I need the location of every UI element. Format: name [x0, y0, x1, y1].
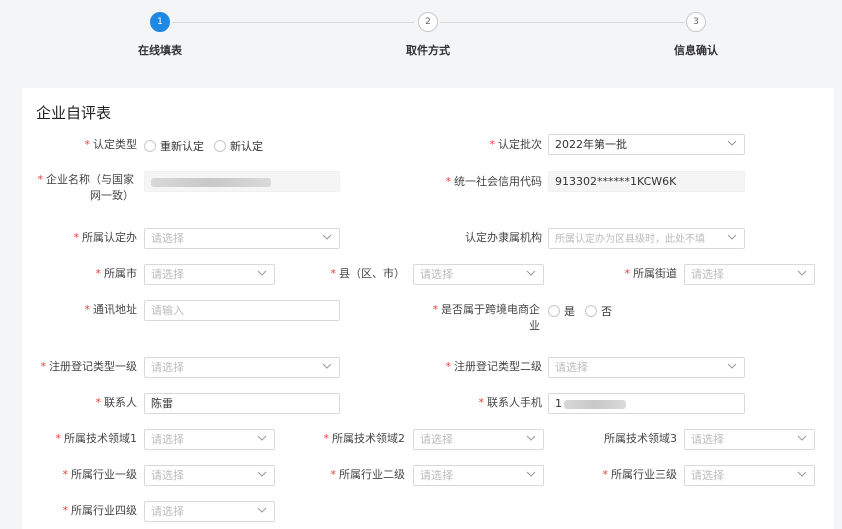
chevron-down-icon — [797, 435, 807, 441]
ind1-label: * 所属行业一级 — [62, 468, 138, 481]
contact-phone-input[interactable]: 1 — [548, 393, 745, 414]
cross-border-radio-group: 是 否 — [548, 303, 612, 319]
ind3-label: * 所属行业三级 — [602, 468, 678, 481]
cert-office-label: * 所属认定办 — [73, 231, 138, 244]
chevron-down-icon — [526, 435, 536, 441]
cross-border-option-yes[interactable]: 是 — [548, 303, 575, 319]
office-org-select[interactable]: 所属认定办为区县级时，此处不填 — [548, 228, 745, 249]
ind2-select[interactable]: 请选择 — [413, 465, 544, 486]
tech2-select[interactable]: 请选择 — [413, 429, 544, 450]
chevron-down-icon — [526, 270, 536, 276]
county-label: * 县（区、市） — [330, 267, 406, 280]
tech1-select[interactable]: 请选择 — [144, 429, 275, 450]
street-select[interactable]: 请选择 — [684, 264, 815, 285]
tech3-select[interactable]: 请选择 — [684, 429, 815, 450]
contact-phone-label: * 联系人手机 — [478, 396, 543, 409]
address-input[interactable]: 请输入 — [144, 300, 340, 321]
radio-circle-icon — [585, 305, 597, 317]
chevron-down-icon — [257, 471, 267, 477]
chevron-down-icon — [727, 363, 737, 369]
city-select[interactable]: 请选择 — [144, 264, 275, 285]
redacted-text — [151, 177, 271, 187]
cert-batch-label: * 认定批次 — [489, 138, 543, 151]
cert-office-select[interactable]: 请选择 — [144, 228, 340, 249]
ind2-label: * 所属行业二级 — [330, 468, 406, 481]
ind4-label: * 所属行业四级 — [62, 504, 138, 517]
ind3-select[interactable]: 请选择 — [684, 465, 815, 486]
chevron-down-icon — [257, 435, 267, 441]
step-1-circle: 1 — [150, 12, 170, 32]
radio-circle-icon — [144, 140, 156, 152]
step-connector — [172, 22, 414, 23]
chevron-down-icon — [797, 471, 807, 477]
chevron-down-icon — [257, 270, 267, 276]
chevron-down-icon — [526, 471, 536, 477]
radio-circle-icon — [548, 305, 560, 317]
step-2-label: 取件方式 — [406, 44, 450, 57]
tech1-label: * 所属技术领域1 — [55, 432, 138, 445]
reg-type1-select[interactable]: 请选择 — [144, 357, 340, 378]
reg-type1-label: * 注册登记类型一级 — [40, 360, 138, 373]
contact-label: * 联系人 — [95, 396, 138, 409]
street-label: * 所属街道 — [624, 267, 678, 280]
step-connector — [440, 22, 684, 23]
radio-circle-icon — [214, 140, 226, 152]
cert-type-radio-group: 重新认定 新认定 — [144, 138, 263, 154]
cert-batch-select[interactable]: 2022年第一批 — [548, 134, 745, 155]
contact-input[interactable]: 陈雷 — [144, 393, 340, 414]
cert-type-option-renew[interactable]: 重新认定 — [144, 138, 204, 154]
step-progress: 1 在线填表 2 取件方式 3 信息确认 — [0, 0, 842, 80]
company-name-field[interactable] — [144, 171, 340, 192]
tech3-label: 所属技术领域3 — [604, 432, 677, 445]
step-2-circle: 2 — [418, 12, 438, 32]
cross-border-option-no[interactable]: 否 — [585, 303, 612, 319]
chevron-down-icon — [797, 270, 807, 276]
chevron-down-icon — [727, 234, 737, 240]
company-name-label: * 企业名称（与国家网一致） — [37, 173, 135, 202]
chevron-down-icon — [322, 234, 332, 240]
cross-border-label: * 是否属于跨境电商企业 — [432, 303, 541, 332]
tech2-label: * 所属技术领域2 — [323, 432, 406, 445]
step-3-circle: 3 — [686, 12, 706, 32]
reg-type2-label: * 注册登记类型二级 — [445, 360, 543, 373]
credit-code-label: * 统一社会信用代码 — [445, 175, 543, 188]
step-1-label: 在线填表 — [138, 44, 182, 57]
chevron-down-icon — [257, 507, 267, 513]
cert-type-label: * 认定类型 — [84, 138, 138, 151]
reg-type2-select[interactable]: 请选择 — [548, 357, 745, 378]
city-label: * 所属市 — [95, 267, 138, 280]
redacted-text — [564, 399, 626, 409]
credit-code-field[interactable]: 913302******1KCW6K — [548, 171, 745, 192]
ind1-select[interactable]: 请选择 — [144, 465, 275, 486]
step-3-label: 信息确认 — [674, 44, 718, 57]
chevron-down-icon — [727, 140, 737, 146]
address-label: * 通讯地址 — [84, 303, 138, 316]
chevron-down-icon — [322, 363, 332, 369]
cert-type-option-new[interactable]: 新认定 — [214, 138, 263, 154]
office-org-label: 认定办隶属机构 — [465, 231, 542, 244]
ind4-select[interactable]: 请选择 — [144, 501, 275, 522]
form-title: 企业自评表 — [36, 104, 112, 122]
county-select[interactable]: 请选择 — [413, 264, 544, 285]
